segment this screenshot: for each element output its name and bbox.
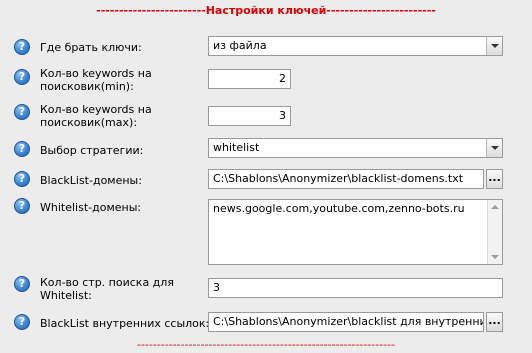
help-icon[interactable]: ? — [14, 39, 30, 55]
strategy-label: Выбор стратегии: — [40, 144, 144, 157]
keywords-max-input[interactable]: 3 — [208, 106, 291, 126]
key-source-value: из файла — [213, 39, 267, 52]
help-icon[interactable]: ? — [14, 171, 30, 187]
help-icon[interactable]: ? — [14, 314, 30, 330]
scroll-up-icon[interactable] — [491, 205, 499, 209]
help-icon[interactable]: ? — [14, 141, 30, 157]
browse-button[interactable]: ... — [486, 169, 503, 189]
help-icon[interactable]: ? — [14, 104, 30, 120]
whitelist-domains-value: news.google.com,youtube.com,zenno-bots.r… — [213, 202, 465, 215]
vertical-scrollbar[interactable] — [487, 200, 502, 264]
internal-blacklist-label: BlackList внутренних ссылок: — [40, 317, 210, 330]
blacklist-domains-label: BlackList-домены: — [40, 174, 142, 187]
keywords-max-label: Кол-во keywords на поисковик(max): — [40, 103, 152, 129]
strategy-value: whitelist — [213, 141, 260, 154]
keywords-min-label: Кол-во keywords на поисковик(min): — [40, 67, 152, 93]
key-source-label: Где брать ключи: — [40, 41, 142, 54]
key-source-select[interactable]: из файла — [208, 36, 503, 56]
section-footer-divider: ----------------------------------------… — [136, 338, 395, 351]
whitelist-pages-label: Кол-во стр. поиска для Whitelist: — [40, 276, 174, 302]
keywords-min-input[interactable]: 2 — [208, 69, 291, 89]
section-title: ------------------------Настройки ключей… — [96, 4, 436, 17]
browse-button[interactable]: ... — [486, 312, 503, 332]
whitelist-domains-label: Whitelist-домены: — [40, 201, 142, 214]
whitelist-pages-input[interactable]: 3 — [208, 278, 503, 298]
help-icon[interactable]: ? — [14, 276, 30, 292]
internal-blacklist-path[interactable]: C:\Shablons\Anonymizer\blacklist для вну… — [208, 312, 484, 332]
chevron-down-icon[interactable] — [486, 37, 502, 55]
strategy-select[interactable]: whitelist — [208, 138, 503, 158]
chevron-down-icon[interactable] — [486, 139, 502, 157]
blacklist-domains-path[interactable]: C:\Shablons\Anonymizer\blacklist-domens.… — [208, 169, 484, 189]
scroll-down-icon[interactable] — [491, 255, 499, 259]
help-icon[interactable]: ? — [14, 198, 30, 214]
whitelist-domains-textarea[interactable]: news.google.com,youtube.com,zenno-bots.r… — [208, 199, 503, 265]
help-icon[interactable]: ? — [14, 69, 30, 85]
